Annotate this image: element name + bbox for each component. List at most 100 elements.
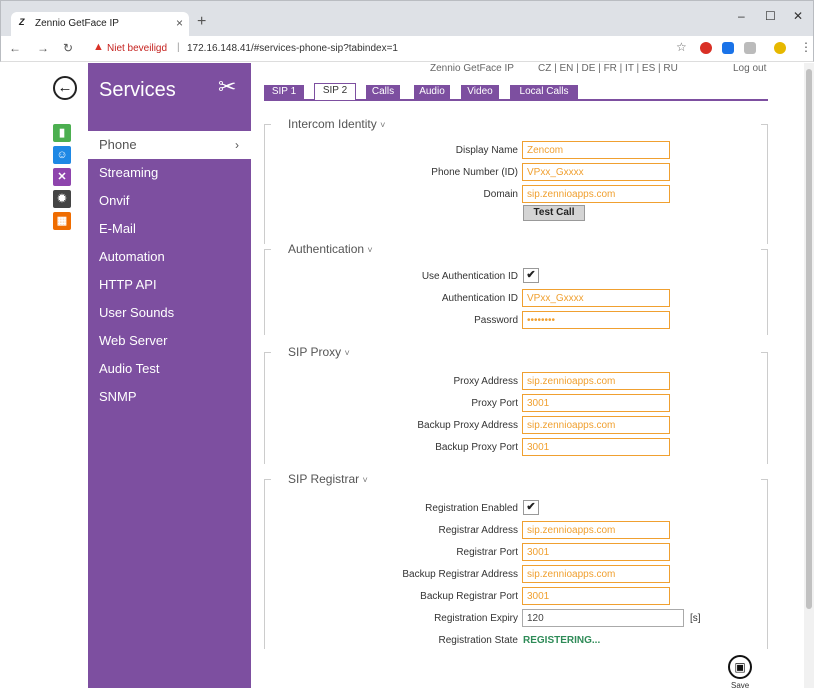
close-window-icon[interactable]: ✕ [793, 9, 803, 23]
sidebar-item-audio-test[interactable]: Audio Test [88, 355, 251, 383]
registrar-address-label: Registrar Address [438, 525, 518, 536]
url-text: 172.16.148.41/#services-phone-sip?tabind… [187, 43, 398, 54]
back-circle-icon[interactable]: ← [53, 76, 77, 100]
proxy-address-label: Proxy Address [453, 376, 518, 387]
browser-tabstrip: Z Zennio GetFace IP × + – ☐ ✕ [0, 0, 814, 37]
bookmark-star-icon[interactable]: ☆ [676, 40, 687, 54]
intercom-identity-frame [264, 124, 768, 244]
close-tab-icon[interactable]: × [176, 16, 183, 30]
tab-local-calls[interactable]: Local Calls [510, 85, 578, 100]
profile-avatar[interactable] [774, 42, 786, 54]
registration-state-value: REGISTERING... [523, 635, 601, 646]
phone-number-field[interactable]: VPxx_Gxxxx [522, 163, 670, 181]
zennio-favicon-icon: Z [19, 17, 25, 27]
tab-sip-2[interactable]: SIP 2 [314, 83, 356, 100]
minimize-icon[interactable]: – [738, 9, 745, 23]
adblock-extension-icon[interactable] [700, 42, 712, 54]
registration-expiry-label: Registration Expiry [434, 613, 518, 624]
sidebar-item-web-server[interactable]: Web Server [88, 327, 251, 355]
sidebar-item-automation[interactable]: Automation [88, 243, 251, 271]
backup-proxy-port-label: Backup Proxy Port [435, 442, 518, 453]
extension-icon[interactable] [722, 42, 734, 54]
back-arrow-icon[interactable]: ← [9, 41, 21, 55]
sidebar-item-label: Phone [99, 137, 137, 152]
browser-tab-title: Zennio GetFace IP [35, 18, 119, 29]
app-area: ← ▮ ☺ ✕ ✹ ▦ Services ✂ Phone › Streaming… [0, 63, 814, 690]
password-label: Password [474, 315, 518, 326]
registrar-port-label: Registrar Port [456, 547, 518, 558]
test-call-button[interactable]: Test Call [523, 205, 585, 221]
users-icon[interactable]: ☺ [53, 146, 71, 164]
language-selector[interactable]: CZ | EN | DE | FR | IT | ES | RU [538, 63, 678, 74]
domain-label: Domain [483, 189, 518, 200]
backup-registrar-port-field[interactable]: 3001 [522, 587, 670, 605]
backup-registrar-address-field[interactable]: sip.zennioapps.com [522, 565, 670, 583]
display-name-label: Display Name [455, 145, 518, 156]
sip-registrar-title[interactable]: SIP Registrar ˅ [288, 472, 368, 486]
status-chart-icon[interactable]: ▮ [53, 124, 71, 142]
intercom-identity-title[interactable]: Intercom Identity ˅ [288, 117, 385, 131]
proxy-port-label: Proxy Port [471, 398, 518, 409]
tab-sip-1[interactable]: SIP 1 [264, 85, 304, 100]
tab-audio[interactable]: Audio [414, 85, 450, 100]
chevron-down-icon: ˅ [362, 475, 368, 485]
services-sidebar: Services ✂ Phone › Streaming Onvif E-Mai… [88, 63, 251, 688]
registrar-port-field[interactable]: 3001 [522, 543, 670, 561]
registrar-address-field[interactable]: sip.zennioapps.com [522, 521, 670, 539]
save-icon[interactable]: ▣ [728, 655, 752, 679]
backup-proxy-address-field[interactable]: sip.zennioapps.com [522, 416, 670, 434]
proxy-port-field[interactable]: 3001 [522, 394, 670, 412]
sidebar-item-email[interactable]: E-Mail [88, 215, 251, 243]
registration-enabled-checkbox[interactable]: ✔ [523, 500, 539, 515]
chevron-down-icon: ˅ [367, 245, 373, 255]
sidebar-item-user-sounds[interactable]: User Sounds [88, 299, 251, 327]
tools-icon: ✂ [218, 74, 237, 99]
chevron-right-icon: › [235, 138, 239, 152]
url-separator: | [177, 42, 180, 53]
system-grid-icon[interactable]: ▦ [53, 212, 71, 230]
forward-arrow-icon[interactable]: → [37, 41, 49, 55]
new-tab-icon[interactable]: + [197, 13, 206, 31]
proxy-address-field[interactable]: sip.zennioapps.com [522, 372, 670, 390]
address-bar: ← → ↻ ▲ Niet beveiligd | 172.16.148.41/#… [0, 36, 814, 62]
sip-proxy-title[interactable]: SIP Proxy ˅ [288, 345, 350, 359]
tab-video[interactable]: Video [461, 85, 499, 100]
sidebar-item-snmp[interactable]: SNMP [88, 383, 251, 411]
chevron-down-icon: ˅ [380, 120, 386, 130]
not-secure-label: Niet beveiligd [107, 43, 168, 54]
use-auth-id-checkbox[interactable]: ✔ [523, 268, 539, 283]
authentication-title[interactable]: Authentication ˅ [288, 242, 373, 256]
product-name: Zennio GetFace IP [430, 63, 514, 74]
backup-registrar-port-label: Backup Registrar Port [420, 591, 518, 602]
browser-menu-icon[interactable]: ⋮ [800, 40, 812, 54]
password-field[interactable]: •••••••• [522, 311, 670, 329]
scrollbar-thumb[interactable] [806, 69, 812, 609]
sidebar-item-http-api[interactable]: HTTP API [88, 271, 251, 299]
registration-expiry-field[interactable]: 120 [522, 609, 684, 627]
reload-icon[interactable]: ↻ [63, 41, 73, 55]
auth-id-field[interactable]: VPxx_Gxxxx [522, 289, 670, 307]
sidebar-item-streaming[interactable]: Streaming [88, 159, 251, 187]
sidebar-item-onvif[interactable]: Onvif [88, 187, 251, 215]
sip-tabs: SIP 1 SIP 2 Calls Audio Video Local Call… [264, 83, 768, 101]
url-field[interactable]: ▲ Niet beveiligd | 172.16.148.41/#servic… [91, 40, 689, 58]
maximize-icon[interactable]: ☐ [765, 9, 776, 23]
chevron-down-icon: ˅ [344, 348, 350, 358]
registration-state-label: Registration State [438, 635, 519, 646]
cast-extension-icon[interactable] [744, 42, 756, 54]
services-tools-icon[interactable]: ✕ [53, 168, 71, 186]
backup-registrar-address-label: Backup Registrar Address [402, 569, 518, 580]
save-button-label[interactable]: Save [731, 681, 749, 690]
domain-field[interactable]: sip.zennioapps.com [522, 185, 670, 203]
hardware-gear-icon[interactable]: ✹ [53, 190, 71, 208]
use-auth-id-label: Use Authentication ID [421, 271, 518, 282]
sidebar-item-phone[interactable]: Phone › [88, 131, 251, 159]
auth-id-label: Authentication ID [441, 293, 518, 304]
registration-enabled-label: Registration Enabled [425, 503, 518, 514]
tab-calls[interactable]: Calls [366, 85, 400, 100]
backup-proxy-port-field[interactable]: 3001 [522, 438, 670, 456]
backup-proxy-address-label: Backup Proxy Address [417, 420, 518, 431]
browser-tab[interactable]: Z Zennio GetFace IP × [11, 12, 189, 37]
display-name-field[interactable]: Zencom [522, 141, 670, 159]
logout-link[interactable]: Log out [733, 63, 766, 74]
